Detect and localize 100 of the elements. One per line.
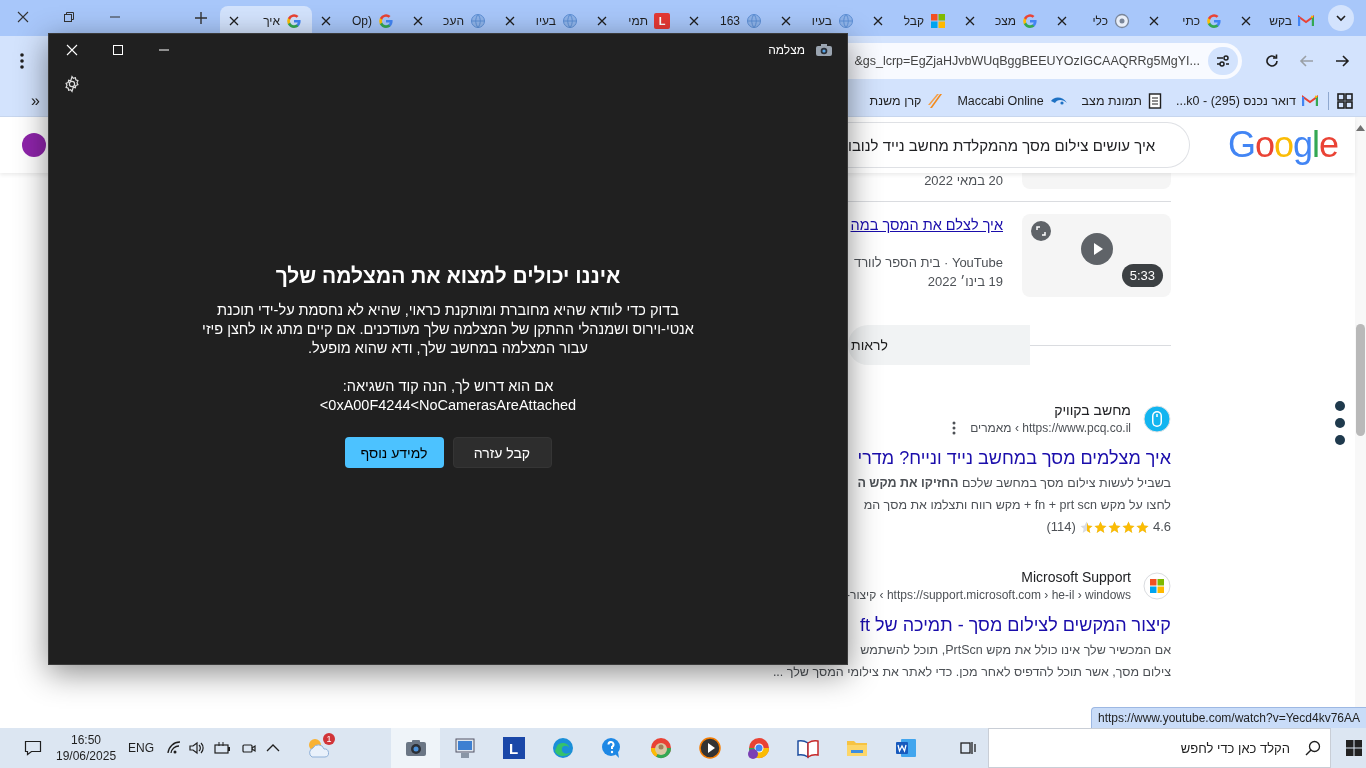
- four-squares-icon: [930, 13, 946, 29]
- browser-tab[interactable]: קבל: [864, 6, 956, 36]
- error-code: <0xA00F4244<NoCamerasAreAttached: [319, 396, 577, 414]
- close-icon[interactable]: [228, 15, 240, 27]
- address-bar[interactable]: &gs_lcrp=EgZjaHJvbWUqBggBEEUYOzIGCAAQRRg5MgYI...: [848, 43, 1242, 79]
- wifi-icon[interactable]: [166, 741, 182, 755]
- browser-tab[interactable]: העכ: [404, 6, 496, 36]
- bookmark[interactable]: קרן משנת: [869, 94, 922, 108]
- close-icon[interactable]: [964, 15, 976, 27]
- google-icon: [1206, 13, 1222, 29]
- close-icon[interactable]: [412, 15, 424, 27]
- avatar[interactable]: [22, 133, 46, 157]
- google-icon: [286, 13, 302, 29]
- close-icon[interactable]: [17, 11, 29, 23]
- apps-grid-icon[interactable]: [1337, 93, 1353, 109]
- snippet-text: בשביל לעשות צילום מסך במחשב שלכם החזיקו את מקש ה: [857, 475, 1171, 492]
- globe-icon: [746, 13, 762, 29]
- browser-tab[interactable]: בעיו: [496, 6, 588, 36]
- new-tab-icon[interactable]: [194, 11, 208, 25]
- language-indicator[interactable]: ENG: [128, 741, 154, 755]
- globe-icon: [838, 13, 854, 29]
- result-url: https://www.pcq.co.il › מאמרים: [970, 420, 1131, 437]
- menu-icon[interactable]: [20, 53, 24, 69]
- battery-plug-icon[interactable]: [214, 741, 232, 755]
- computer-icon: [452, 736, 477, 760]
- site-settings-button[interactable]: [1208, 47, 1238, 75]
- bookmark[interactable]: תמונת מצב: [1081, 94, 1142, 108]
- scrollbar-thumb[interactable]: [1356, 324, 1365, 436]
- window-title: מצלמה: [768, 42, 805, 57]
- search-icon: [1305, 740, 1321, 756]
- search-logo[interactable]: Google: [1228, 124, 1339, 166]
- star-icon: [1121, 520, 1135, 534]
- get-help-button[interactable]: קבל עזרה: [452, 437, 552, 468]
- restore-icon[interactable]: [63, 11, 75, 23]
- result-title[interactable]: איך מצלמים מסך במחשב נייד ונייח? מדרי: [848, 446, 1171, 470]
- taskbar-app[interactable]: L: [489, 728, 538, 768]
- result-url: https://support.microsoft.com › he-il › windows › קיצור-: [846, 587, 1131, 604]
- expand-icon[interactable]: [1031, 221, 1051, 241]
- close-icon[interactable]: [780, 15, 792, 27]
- star-icon: [1135, 520, 1149, 534]
- reload-icon[interactable]: [1264, 53, 1280, 69]
- more-results-button[interactable]: לראות: [848, 325, 1030, 365]
- scroll-up-icon[interactable]: [1356, 125, 1365, 131]
- chevron-up-icon[interactable]: [266, 743, 280, 753]
- mail-icon: [1298, 13, 1314, 29]
- camera-icon[interactable]: [242, 741, 256, 755]
- globe-icon: [562, 13, 578, 29]
- snippet-text: לחצו על מקש fn + prt scn + מקש רווח ותצלמו את מסך המ: [863, 497, 1171, 514]
- browser-tab[interactable]: כתי: [1140, 6, 1232, 36]
- error-heading: איננו יכולים למצוא את המצלמה שלך: [275, 263, 621, 289]
- play-circle-icon: [697, 736, 722, 760]
- browser-tab[interactable]: 163: [680, 6, 772, 36]
- tab-list-button[interactable]: [1328, 5, 1354, 31]
- status-url-tooltip: https://www.youtube.com/watch?v=Yecd4kv76AA: [1090, 707, 1366, 728]
- close-icon[interactable]: [872, 15, 884, 27]
- chevron-down-icon: [1335, 12, 1347, 24]
- mail-icon: [1302, 93, 1318, 109]
- bookmark[interactable]: דואר נכנס (295) - k0...: [1175, 94, 1296, 108]
- bookmarks-overflow[interactable]: »: [31, 92, 40, 110]
- more-icon[interactable]: [952, 421, 957, 435]
- star-icon: [1079, 520, 1093, 534]
- search-field[interactable]: הקלד כאן כדי לחפש: [988, 728, 1331, 768]
- taskbar-app[interactable]: [391, 728, 440, 768]
- close-icon[interactable]: [596, 15, 608, 27]
- bookmark[interactable]: Maccabi Online: [957, 94, 1044, 108]
- video-link[interactable]: איך לצלם את המסך במה: [850, 214, 1003, 236]
- browser-tab[interactable]: מצכ: [956, 6, 1048, 36]
- browser-tab[interactable]: כלי: [1048, 6, 1140, 36]
- close-icon[interactable]: [1240, 15, 1252, 27]
- google-icon: [1022, 13, 1038, 29]
- error-message: בדוק כדי לוודא שהיא מחוברת ומותקנת כראוי, שהיא לא נחסמת על-ידי תוכנת אנטי-וירוס ושמנהלי ההתקן של המצלמה שלך מעודכנים. אם קיים מתג או לחצן פיזי עבור המצלמה במחשב שלך, ודא שהוא מופעל.: [201, 301, 695, 358]
- browser-tab[interactable]: בקש: [1232, 6, 1324, 36]
- volume-icon[interactable]: [189, 741, 205, 755]
- browser-photo-icon: [648, 736, 673, 760]
- close-icon[interactable]: [688, 15, 700, 27]
- browser-tab[interactable]: (Op: [312, 6, 404, 36]
- close-icon[interactable]: [1056, 15, 1068, 27]
- settings-icon[interactable]: [63, 75, 81, 93]
- close-icon[interactable]: [1148, 15, 1160, 27]
- maximize-icon[interactable]: [113, 44, 123, 55]
- site-name: Microsoft Support: [1020, 568, 1131, 586]
- start-icon[interactable]: [1346, 740, 1362, 756]
- document-icon: [893, 736, 918, 760]
- mouse-icon: [1143, 405, 1171, 433]
- browser-tab[interactable]: איך: [220, 6, 312, 36]
- task-view-icon[interactable]: [960, 740, 976, 756]
- clock[interactable]: 16:50 19/06/2025: [56, 732, 116, 764]
- notification-badge: 1: [323, 733, 335, 745]
- document-icon: [1147, 93, 1162, 109]
- learn-more-button[interactable]: למידע נוסף: [344, 437, 444, 468]
- notifications-icon[interactable]: [24, 740, 42, 756]
- close-icon[interactable]: [504, 15, 516, 27]
- video-date: 19 בינו׳ 2022: [926, 273, 1003, 291]
- play-button[interactable]: [1081, 233, 1113, 265]
- result-title[interactable]: קיצור המקשים לצילום מסך - תמיכה של ft: [848, 613, 1171, 637]
- browser-tab[interactable]: בעיו: [772, 6, 864, 36]
- snippet-text: אם המכשיר שלך אינו כולל את מקש PrtScn, תוכל להשתמש: [860, 642, 1171, 659]
- close-icon[interactable]: [320, 15, 332, 27]
- back-icon[interactable]: [1334, 53, 1350, 69]
- rating-value: 4.6: [1152, 518, 1171, 536]
